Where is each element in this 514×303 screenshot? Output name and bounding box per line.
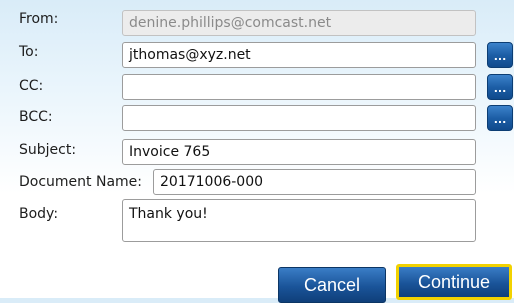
cc-picker-button[interactable]: ... bbox=[487, 74, 513, 100]
subject-label: Subject: bbox=[19, 142, 77, 158]
from-field: denine.phillips@comcast.net bbox=[122, 10, 476, 36]
subject-field[interactable]: Invoice 765 bbox=[122, 139, 476, 165]
cc-field[interactable] bbox=[122, 74, 476, 100]
bcc-label: BCC: bbox=[19, 109, 53, 125]
bcc-field[interactable] bbox=[122, 105, 476, 131]
to-field[interactable]: jthomas@xyz.net bbox=[122, 42, 476, 68]
to-picker-button[interactable]: ... bbox=[487, 42, 513, 68]
document-name-label: Document Name: bbox=[19, 174, 142, 190]
bcc-picker-button[interactable]: ... bbox=[487, 105, 513, 131]
from-label: From: bbox=[19, 11, 59, 27]
document-name-field[interactable]: 20171006-000 bbox=[153, 169, 476, 195]
cc-label: CC: bbox=[19, 78, 44, 94]
continue-button[interactable]: Continue bbox=[396, 264, 512, 300]
to-label: To: bbox=[19, 44, 39, 60]
body-field[interactable]: Thank you! bbox=[122, 199, 476, 242]
body-label: Body: bbox=[19, 206, 59, 222]
